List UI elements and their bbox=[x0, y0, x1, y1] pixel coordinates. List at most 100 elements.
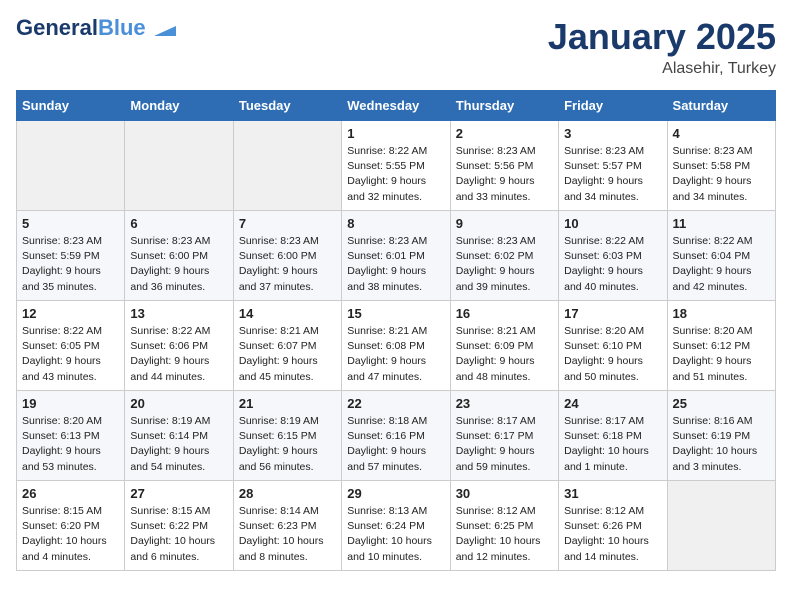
calendar-cell: 30Sunrise: 8:12 AM Sunset: 6:25 PM Dayli… bbox=[450, 481, 558, 571]
day-number: 17 bbox=[564, 306, 661, 321]
day-info: Sunrise: 8:14 AM Sunset: 6:23 PM Dayligh… bbox=[239, 504, 336, 565]
day-number: 14 bbox=[239, 306, 336, 321]
day-number: 15 bbox=[347, 306, 444, 321]
calendar-cell: 28 Sunrise: 8:14 AM Sunset: 6:23 PM Dayli… bbox=[233, 481, 341, 571]
calendar-cell: 11Sunrise: 8:22 AM Sunset: 6:04 PM Dayli… bbox=[667, 211, 775, 301]
calendar-cell: 13Sunrise: 8:22 AM Sunset: 6:06 PM Dayli… bbox=[125, 301, 233, 391]
calendar-cell: 10 Sunrise: 8:22 AM Sunset: 6:03 PM Dayli… bbox=[559, 211, 667, 301]
weekday-header-sunday: Sunday bbox=[17, 91, 125, 121]
calendar-cell: 4 Sunrise: 8:23 AM Sunset: 5:58 PM Daylig… bbox=[667, 121, 775, 211]
day-number: 31 bbox=[564, 486, 661, 501]
day-number: 25 bbox=[673, 396, 770, 411]
title-block: January 2025 Alasehir, Turkey bbox=[548, 16, 776, 78]
day-info: Sunrise: 8:23 AM Sunset: 5:56 PM Dayligh… bbox=[456, 144, 553, 205]
day-number: 6 bbox=[130, 216, 227, 231]
day-number: 19 bbox=[22, 396, 119, 411]
calendar-cell: 20Sunrise: 8:19 AM Sunset: 6:14 PM Dayli… bbox=[125, 391, 233, 481]
calendar-subtitle: Alasehir, Turkey bbox=[548, 60, 776, 78]
page-header: GeneralBlue January 2025 Alasehir, Turke… bbox=[16, 16, 776, 78]
calendar-week-4: 19 Sunrise: 8:20 AM Sunset: 6:13 PM Dayli… bbox=[17, 391, 776, 481]
day-info: Sunrise: 8:12 AM Sunset: 6:25 PM Dayligh… bbox=[456, 504, 553, 565]
day-number: 22 bbox=[347, 396, 444, 411]
day-info: Sunrise: 8:22 AM Sunset: 5:55 PM Dayligh… bbox=[347, 144, 444, 205]
day-number: 26 bbox=[22, 486, 119, 501]
day-info: Sunrise: 8:23 AM Sunset: 5:58 PM Dayligh… bbox=[673, 144, 770, 205]
calendar-cell: 15 Sunrise: 8:21 AM Sunset: 6:08 PM Dayli… bbox=[342, 301, 450, 391]
day-number: 8 bbox=[347, 216, 444, 231]
day-number: 20 bbox=[130, 396, 227, 411]
day-info: Sunrise: 8:23 AM Sunset: 6:02 PM Dayligh… bbox=[456, 234, 553, 295]
calendar-cell: 31 Sunrise: 8:12 AM Sunset: 6:26 PM Dayli… bbox=[559, 481, 667, 571]
calendar-week-5: 26 Sunrise: 8:15 AM Sunset: 6:20 PM Dayli… bbox=[17, 481, 776, 571]
day-number: 11 bbox=[673, 216, 770, 231]
day-number: 3 bbox=[564, 126, 661, 141]
calendar-week-1: 1Sunrise: 8:22 AM Sunset: 5:55 PM Daylig… bbox=[17, 121, 776, 211]
day-number: 23 bbox=[456, 396, 553, 411]
calendar-cell: 23 Sunrise: 8:17 AM Sunset: 6:17 PM Dayli… bbox=[450, 391, 558, 481]
day-info: Sunrise: 8:13 AM Sunset: 6:24 PM Dayligh… bbox=[347, 504, 444, 565]
calendar-cell: 12Sunrise: 8:22 AM Sunset: 6:05 PM Dayli… bbox=[17, 301, 125, 391]
calendar-table: SundayMondayTuesdayWednesdayThursdayFrid… bbox=[16, 90, 776, 571]
day-number: 2 bbox=[456, 126, 553, 141]
calendar-cell: 8 Sunrise: 8:23 AM Sunset: 6:01 PM Daylig… bbox=[342, 211, 450, 301]
day-info: Sunrise: 8:23 AM Sunset: 5:57 PM Dayligh… bbox=[564, 144, 661, 205]
calendar-cell: 19 Sunrise: 8:20 AM Sunset: 6:13 PM Dayli… bbox=[17, 391, 125, 481]
calendar-cell: 25Sunrise: 8:16 AM Sunset: 6:19 PM Dayli… bbox=[667, 391, 775, 481]
calendar-cell: 16Sunrise: 8:21 AM Sunset: 6:09 PM Dayli… bbox=[450, 301, 558, 391]
calendar-cell: 3 Sunrise: 8:23 AM Sunset: 5:57 PM Daylig… bbox=[559, 121, 667, 211]
calendar-week-2: 5Sunrise: 8:23 AM Sunset: 5:59 PM Daylig… bbox=[17, 211, 776, 301]
day-number: 9 bbox=[456, 216, 553, 231]
day-info: Sunrise: 8:21 AM Sunset: 6:09 PM Dayligh… bbox=[456, 324, 553, 385]
calendar-cell: 26 Sunrise: 8:15 AM Sunset: 6:20 PM Dayli… bbox=[17, 481, 125, 571]
weekday-header-tuesday: Tuesday bbox=[233, 91, 341, 121]
calendar-cell: 18 Sunrise: 8:20 AM Sunset: 6:12 PM Dayli… bbox=[667, 301, 775, 391]
day-info: Sunrise: 8:20 AM Sunset: 6:12 PM Dayligh… bbox=[673, 324, 770, 385]
calendar-cell: 7 Sunrise: 8:23 AM Sunset: 6:00 PM Daylig… bbox=[233, 211, 341, 301]
calendar-cell: 5Sunrise: 8:23 AM Sunset: 5:59 PM Daylig… bbox=[17, 211, 125, 301]
day-info: Sunrise: 8:18 AM Sunset: 6:16 PM Dayligh… bbox=[347, 414, 444, 475]
calendar-cell: 29 Sunrise: 8:13 AM Sunset: 6:24 PM Dayli… bbox=[342, 481, 450, 571]
day-info: Sunrise: 8:23 AM Sunset: 6:00 PM Dayligh… bbox=[239, 234, 336, 295]
day-number: 13 bbox=[130, 306, 227, 321]
day-number: 5 bbox=[22, 216, 119, 231]
day-number: 10 bbox=[564, 216, 661, 231]
day-info: Sunrise: 8:23 AM Sunset: 6:01 PM Dayligh… bbox=[347, 234, 444, 295]
day-info: Sunrise: 8:17 AM Sunset: 6:17 PM Dayligh… bbox=[456, 414, 553, 475]
day-info: Sunrise: 8:22 AM Sunset: 6:03 PM Dayligh… bbox=[564, 234, 661, 295]
calendar-week-3: 12Sunrise: 8:22 AM Sunset: 6:05 PM Dayli… bbox=[17, 301, 776, 391]
day-number: 29 bbox=[347, 486, 444, 501]
day-number: 7 bbox=[239, 216, 336, 231]
calendar-title: January 2025 bbox=[548, 16, 776, 58]
calendar-cell: 1Sunrise: 8:22 AM Sunset: 5:55 PM Daylig… bbox=[342, 121, 450, 211]
weekday-header-monday: Monday bbox=[125, 91, 233, 121]
day-number: 18 bbox=[673, 306, 770, 321]
calendar-cell: 24Sunrise: 8:17 AM Sunset: 6:18 PM Dayli… bbox=[559, 391, 667, 481]
day-number: 27 bbox=[130, 486, 227, 501]
day-info: Sunrise: 8:15 AM Sunset: 6:20 PM Dayligh… bbox=[22, 504, 119, 565]
calendar-cell bbox=[17, 121, 125, 211]
calendar-body: 1Sunrise: 8:22 AM Sunset: 5:55 PM Daylig… bbox=[17, 121, 776, 571]
day-info: Sunrise: 8:21 AM Sunset: 6:08 PM Dayligh… bbox=[347, 324, 444, 385]
day-number: 24 bbox=[564, 396, 661, 411]
calendar-cell bbox=[667, 481, 775, 571]
calendar-cell: 9 Sunrise: 8:23 AM Sunset: 6:02 PM Daylig… bbox=[450, 211, 558, 301]
calendar-cell: 2 Sunrise: 8:23 AM Sunset: 5:56 PM Daylig… bbox=[450, 121, 558, 211]
day-number: 12 bbox=[22, 306, 119, 321]
calendar-header-row: SundayMondayTuesdayWednesdayThursdayFrid… bbox=[17, 91, 776, 121]
logo-text: GeneralBlue bbox=[16, 16, 176, 40]
weekday-header-friday: Friday bbox=[559, 91, 667, 121]
day-number: 4 bbox=[673, 126, 770, 141]
day-info: Sunrise: 8:12 AM Sunset: 6:26 PM Dayligh… bbox=[564, 504, 661, 565]
day-number: 21 bbox=[239, 396, 336, 411]
calendar-cell: 27Sunrise: 8:15 AM Sunset: 6:22 PM Dayli… bbox=[125, 481, 233, 571]
calendar-cell bbox=[233, 121, 341, 211]
day-info: Sunrise: 8:20 AM Sunset: 6:10 PM Dayligh… bbox=[564, 324, 661, 385]
day-info: Sunrise: 8:19 AM Sunset: 6:15 PM Dayligh… bbox=[239, 414, 336, 475]
calendar-cell: 6 Sunrise: 8:23 AM Sunset: 6:00 PM Daylig… bbox=[125, 211, 233, 301]
day-number: 28 bbox=[239, 486, 336, 501]
day-info: Sunrise: 8:20 AM Sunset: 6:13 PM Dayligh… bbox=[22, 414, 119, 475]
calendar-cell bbox=[125, 121, 233, 211]
weekday-header-wednesday: Wednesday bbox=[342, 91, 450, 121]
day-info: Sunrise: 8:23 AM Sunset: 6:00 PM Dayligh… bbox=[130, 234, 227, 295]
day-info: Sunrise: 8:21 AM Sunset: 6:07 PM Dayligh… bbox=[239, 324, 336, 385]
